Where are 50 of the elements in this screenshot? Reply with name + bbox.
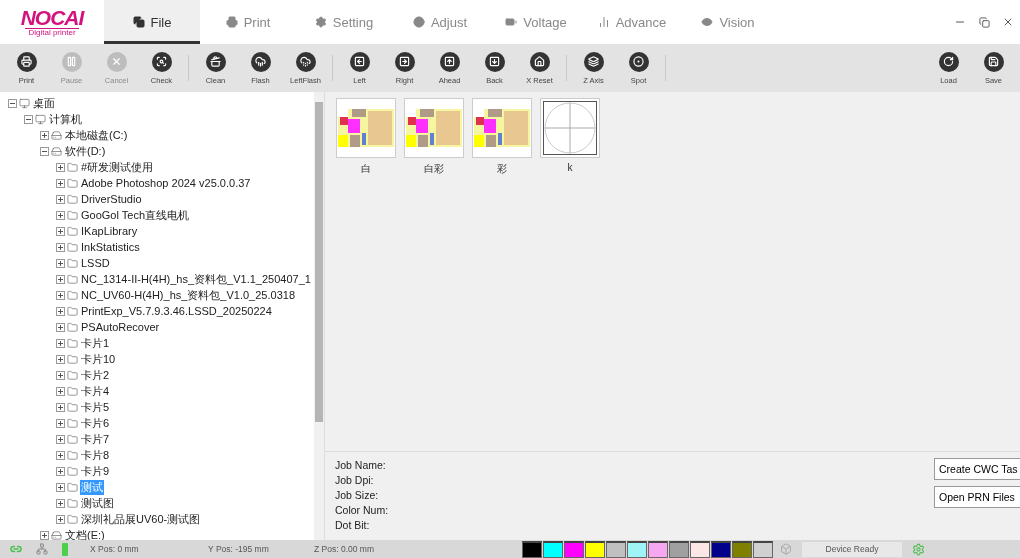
tree-item[interactable]: 计算机 (48, 111, 83, 127)
tree-item[interactable]: 本地磁盘(C:) (64, 127, 129, 143)
tree-item[interactable]: 卡片6 (80, 415, 111, 431)
action-button[interactable]: Create CWC Tas (934, 458, 1020, 480)
action-button[interactable]: Open PRN Files (934, 486, 1020, 508)
job-info-label: Job Name: (335, 458, 387, 473)
thumbnail-caption: 白 (361, 162, 371, 176)
tree-item[interactable]: 卡片8 (80, 447, 111, 463)
tree-item[interactable]: NC_1314-II-H(4H)_hs_资料包_V1.1_250407_1 (80, 271, 312, 287)
device-status: Device Ready (802, 541, 902, 557)
tree-item[interactable]: PSAutoRecover (80, 321, 161, 333)
tree-item[interactable]: 深圳礼品展UV60-测试图 (80, 511, 202, 527)
thumbnail-caption: 彩 (497, 162, 507, 176)
tab[interactable]: Adjust (392, 0, 488, 44)
job-info-label: Job Size: (335, 488, 380, 503)
tab[interactable]: File (104, 0, 200, 44)
tab[interactable]: Voltage (488, 0, 584, 44)
tab[interactable]: Advance (584, 0, 680, 44)
tree-item[interactable]: PrintExp_V5.7.9.3.46.LSSD_20250224 (80, 305, 273, 317)
tree-item[interactable]: GooGol Tech直线电机 (80, 207, 190, 223)
tree-item[interactable]: 软件(D:) (64, 143, 107, 159)
tree-item[interactable]: DriverStudio (80, 193, 143, 205)
tree-item[interactable]: 测试图 (80, 495, 115, 511)
tree-item[interactable]: 文档(E:) (64, 527, 106, 540)
tab[interactable]: Vision (680, 0, 776, 44)
tree-item[interactable]: LSSD (80, 257, 111, 269)
tree-item[interactable]: 卡片1 (80, 335, 111, 351)
tree-item[interactable]: 桌面 (32, 95, 56, 111)
z-position: Z Pos: 0.00 mm (314, 544, 375, 554)
job-info-label: Color Num: (335, 503, 389, 518)
tree-item[interactable]: 卡片7 (80, 431, 111, 447)
tab[interactable]: Setting (296, 0, 392, 44)
thumbnail-caption: 白彩 (424, 162, 444, 176)
tree-item[interactable]: 卡片5 (80, 399, 111, 415)
logo: NOCAI Digital printer (19, 4, 86, 39)
tree-item[interactable]: InkStatistics (80, 241, 141, 253)
job-info-label: Dot Bit: (335, 518, 371, 533)
job-info-label: Job Dpi: (335, 473, 375, 488)
tree-item[interactable]: #研发测试使用 (80, 159, 155, 175)
tree-item[interactable]: 卡片4 (80, 383, 111, 399)
y-position: Y Pos: -195 mm (208, 544, 270, 554)
tree-item[interactable]: Adobe Photoshop 2024 v25.0.0.37 (80, 177, 252, 189)
tree-item[interactable]: IKapLibrary (80, 225, 139, 237)
tree-item[interactable]: 卡片10 (80, 351, 117, 367)
x-position: X Pos: 0 mm (90, 544, 140, 554)
tree-item[interactable]: 卡片9 (80, 463, 111, 479)
thumbnail-caption: k (567, 162, 573, 173)
tree-item[interactable]: NC_UV60-H(4H)_hs_资料包_V1.0_25.0318 (80, 287, 296, 303)
tab[interactable]: Print (200, 0, 296, 44)
tree-item[interactable]: 卡片2 (80, 367, 111, 383)
